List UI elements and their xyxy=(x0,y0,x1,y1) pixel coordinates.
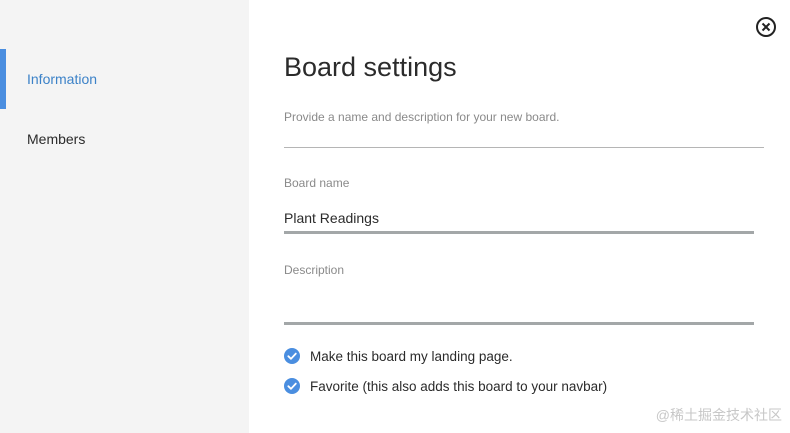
sidebar-item-information[interactable]: Information xyxy=(0,49,249,109)
page-title: Board settings xyxy=(284,52,457,82)
landing-page-checkbox[interactable]: Make this board my landing page. xyxy=(284,348,513,364)
watermark: @稀土掘金技术社区 xyxy=(655,407,782,423)
checkbox-label: Favorite (this also adds this board to y… xyxy=(310,378,608,394)
sidebar-item-label: Members xyxy=(27,131,86,147)
page-subtitle: Provide a name and description for your … xyxy=(284,110,560,124)
sidebar: Information Members xyxy=(0,0,249,433)
board-settings-dialog: Information Members Board settings Provi… xyxy=(0,0,790,433)
board-name-input[interactable] xyxy=(284,205,754,234)
checkbox-label: Make this board my landing page. xyxy=(310,348,513,364)
checkmark-filled-circle-icon xyxy=(284,378,300,394)
description-label: Description xyxy=(284,263,345,277)
description-input[interactable] xyxy=(284,296,754,325)
close-button[interactable] xyxy=(755,16,777,38)
active-indicator xyxy=(0,49,6,109)
close-circle-icon xyxy=(756,17,776,37)
checkmark-filled-circle-icon xyxy=(284,348,300,364)
divider xyxy=(284,147,764,148)
board-name-label: Board name xyxy=(284,176,350,190)
sidebar-item-members[interactable]: Members xyxy=(0,109,249,169)
favorite-checkbox[interactable]: Favorite (this also adds this board to y… xyxy=(284,378,607,394)
sidebar-item-label: Information xyxy=(27,71,98,87)
